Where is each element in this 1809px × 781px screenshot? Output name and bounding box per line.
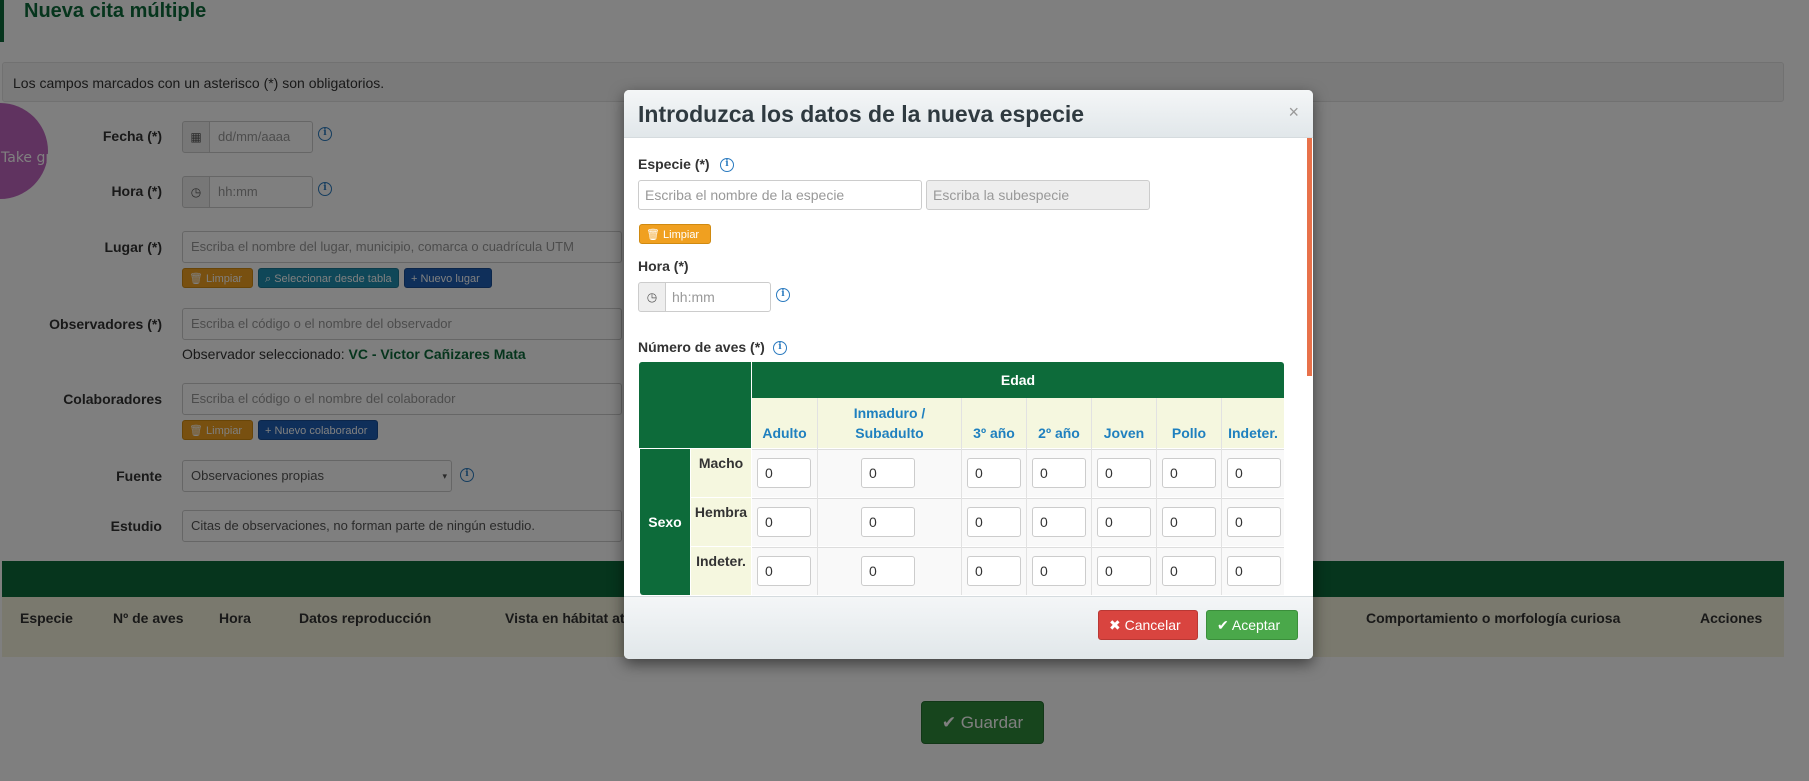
row-label-macho: Macho: [691, 449, 751, 497]
row-label-hembra: Hembra: [691, 498, 751, 546]
age-header-2-ano: 2º año: [1027, 398, 1091, 448]
count-input-hembra-2-ano[interactable]: 0: [1032, 507, 1086, 537]
nueva-especie-modal: Introduzca los datos de la nueva especie…: [624, 90, 1313, 659]
grid-divider: [817, 398, 818, 595]
count-input-indeter-indeter[interactable]: 0: [1227, 556, 1281, 586]
count-input-hembra-adulto[interactable]: 0: [757, 507, 811, 537]
age-header-joven: Joven: [1092, 398, 1156, 448]
modal-hora-input[interactable]: hh:mm: [665, 282, 771, 312]
modal-header: Introduzca los datos de la nueva especie…: [624, 90, 1313, 138]
count-input-indeter-pollo[interactable]: 0: [1162, 556, 1216, 586]
count-input-hembra-3-ano[interactable]: 0: [967, 507, 1021, 537]
clock-icon[interactable]: ◷: [638, 282, 666, 312]
especie-input[interactable]: Escriba el nombre de la especie: [638, 180, 922, 210]
modal-hora-info-icon[interactable]: i: [776, 288, 790, 302]
modal-hora-label: Hora (*): [638, 258, 689, 274]
modal-scrollbar[interactable]: [1307, 138, 1312, 376]
row-label-indeter: Indeter.: [691, 547, 751, 595]
edad-header: Edad: [752, 362, 1284, 398]
grid-corner: [639, 362, 751, 448]
modal-title: Introduzca los datos de la nueva especie: [638, 101, 1085, 127]
count-input-macho-inmaduro[interactable]: 0: [861, 458, 915, 488]
count-input-macho-2-ano[interactable]: 0: [1032, 458, 1086, 488]
count-input-hembra-indeter[interactable]: 0: [1227, 507, 1281, 537]
numero-aves-label: Número de aves (*): [638, 339, 765, 355]
age-header-3-ano: 3º año: [962, 398, 1026, 448]
age-header-adulto: Adulto: [752, 398, 817, 448]
grid-divider: [1156, 398, 1157, 595]
age-header-pollo: Pollo: [1157, 398, 1221, 448]
count-input-hembra-joven[interactable]: 0: [1097, 507, 1151, 537]
count-input-macho-3-ano[interactable]: 0: [967, 458, 1021, 488]
especie-limpiar-button[interactable]: 🗑 Limpiar: [639, 224, 711, 244]
especie-info-icon[interactable]: i: [720, 158, 734, 172]
count-input-indeter-2-ano[interactable]: 0: [1032, 556, 1086, 586]
especie-label: Especie (*): [638, 156, 710, 172]
grid-divider: [1026, 398, 1027, 595]
count-input-indeter-adulto[interactable]: 0: [757, 556, 811, 586]
subespecie-input[interactable]: Escriba la subespecie: [926, 180, 1150, 210]
age-header-inmaduro: Inmaduro / Subadulto: [818, 398, 961, 448]
count-input-macho-adulto[interactable]: 0: [757, 458, 811, 488]
numero-aves-info-icon[interactable]: i: [773, 341, 787, 355]
count-input-indeter-inmaduro[interactable]: 0: [861, 556, 915, 586]
count-input-macho-indeter[interactable]: 0: [1227, 458, 1281, 488]
check-icon: ✔: [1217, 617, 1232, 633]
grid-divider: [961, 398, 962, 595]
sexo-header: Sexo: [640, 449, 690, 595]
aceptar-button[interactable]: ✔ Aceptar: [1206, 610, 1298, 640]
close-icon: ✖: [1109, 617, 1125, 633]
count-input-hembra-pollo[interactable]: 0: [1162, 507, 1216, 537]
modal-footer: ✖ Cancelar ✔ Aceptar: [624, 596, 1313, 659]
count-input-macho-pollo[interactable]: 0: [1162, 458, 1216, 488]
close-icon[interactable]: ×: [1288, 102, 1299, 123]
grid-divider: [1221, 398, 1222, 595]
count-input-indeter-joven[interactable]: 0: [1097, 556, 1151, 586]
age-header-indeter: Indeter.: [1222, 398, 1284, 448]
count-input-indeter-3-ano[interactable]: 0: [967, 556, 1021, 586]
cancelar-button[interactable]: ✖ Cancelar: [1098, 610, 1198, 640]
count-input-macho-joven[interactable]: 0: [1097, 458, 1151, 488]
trash-icon: 🗑: [646, 229, 664, 241]
grid-divider: [1091, 398, 1092, 595]
count-input-hembra-inmaduro[interactable]: 0: [861, 507, 915, 537]
modal-body: Especie (*) i Escriba el nombre de la es…: [624, 138, 1313, 596]
